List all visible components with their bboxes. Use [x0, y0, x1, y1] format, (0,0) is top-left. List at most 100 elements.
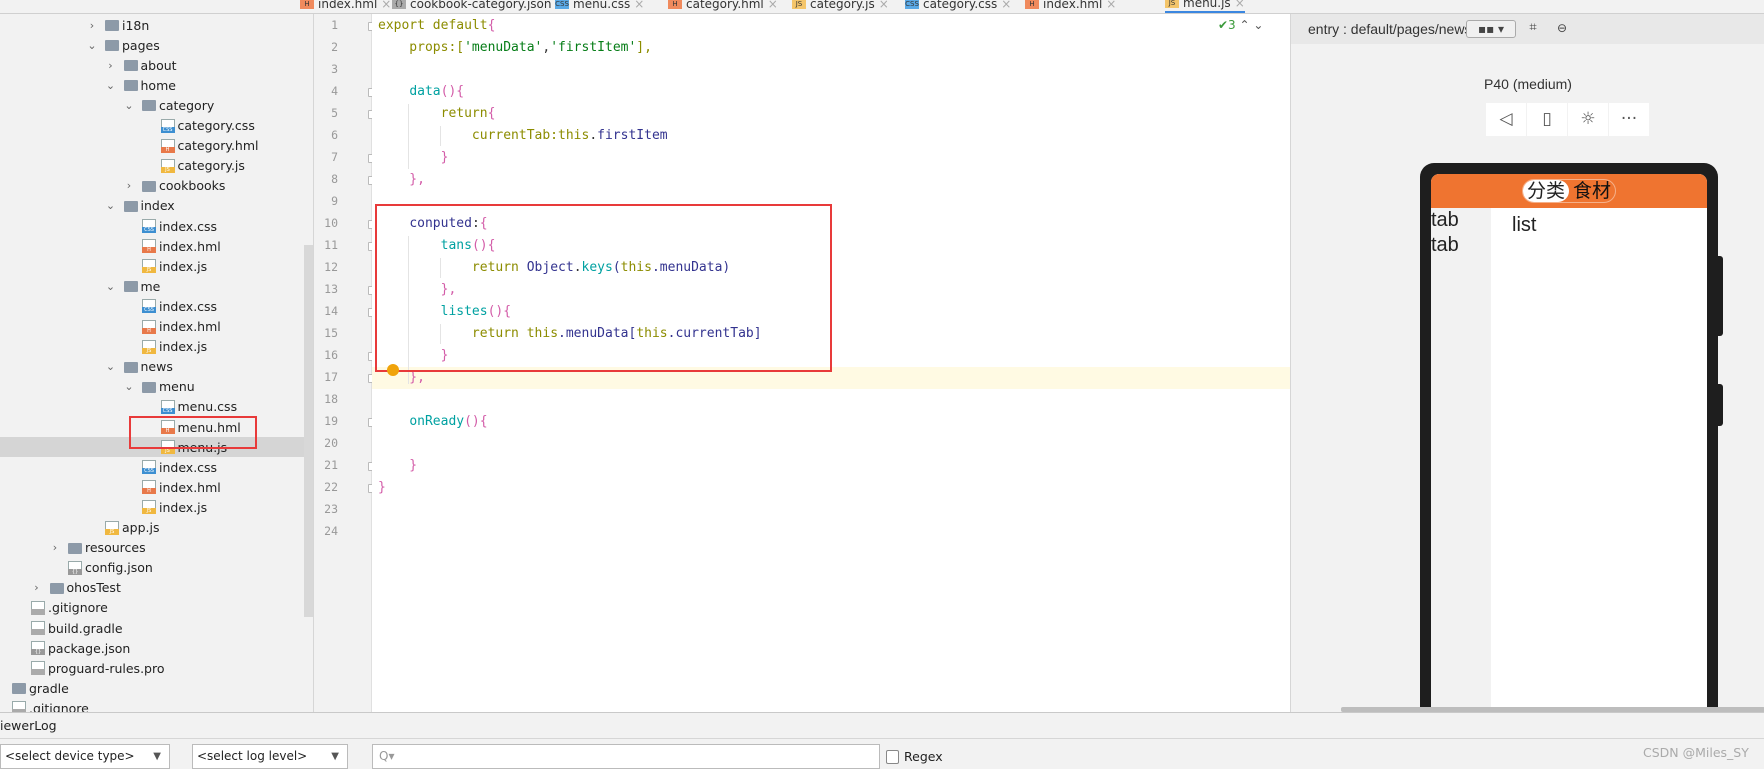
- log-level-select[interactable]: <select log level> ▼: [192, 744, 348, 769]
- close-tab-icon[interactable]: ×: [1235, 0, 1245, 10]
- tab-menu-css[interactable]: CSS menu.css ×: [555, 0, 644, 13]
- tab-label: category.hml: [686, 0, 764, 11]
- tab-category-css[interactable]: CSS category.css ×: [905, 0, 1011, 13]
- tab-cookbook-category-json[interactable]: {}cookbook-category.json×: [392, 0, 566, 13]
- tree-item[interactable]: ⌄ index: [0, 196, 313, 216]
- more-icon[interactable]: ···: [1609, 103, 1649, 136]
- watermark: CSDN @Miles_SY: [1643, 745, 1749, 760]
- tree-item[interactable]: ⌄ me: [0, 276, 313, 296]
- segment-category[interactable]: 分类: [1522, 180, 1569, 202]
- tree-item[interactable]: CSS index.css: [0, 457, 313, 477]
- chevron-right-icon[interactable]: ›: [48, 541, 62, 554]
- tree-item[interactable]: build.gradle: [0, 618, 313, 638]
- chevron-right-icon[interactable]: ›: [30, 581, 44, 594]
- device-type-select[interactable]: <select device type> ▼: [0, 744, 170, 769]
- chevron-down-icon[interactable]: ⌄: [104, 79, 118, 92]
- tree-item[interactable]: › resources: [0, 538, 313, 558]
- sidebar-scrollbar[interactable]: [304, 245, 313, 617]
- tree-item[interactable]: › about: [0, 55, 313, 75]
- layout-dropdown[interactable]: ▪▪ ▾: [1466, 20, 1516, 38]
- tree-item[interactable]: CSS menu.css: [0, 397, 313, 417]
- tree-item[interactable]: › i18n: [0, 15, 313, 35]
- fit-icon[interactable]: ⌗: [1524, 20, 1542, 38]
- lightbulb-icon[interactable]: [387, 364, 399, 376]
- rotate-icon[interactable]: ▯: [1527, 103, 1567, 136]
- chevron-up-icon[interactable]: ⌃: [1240, 18, 1250, 32]
- inspection-indicator[interactable]: ✔3 ⌃ ⌄: [1218, 18, 1263, 32]
- tree-item[interactable]: CSS category.css: [0, 116, 313, 136]
- tab-item[interactable]: tab: [1431, 208, 1491, 233]
- tree-item[interactable]: ⌄ category: [0, 95, 313, 115]
- highlight-box-menu-js: [129, 416, 257, 449]
- tree-item[interactable]: CSS index.css: [0, 216, 313, 236]
- chevron-down-icon[interactable]: ⌄: [104, 199, 118, 212]
- tab-index-hml[interactable]: Hindex.hml ×: [1025, 0, 1116, 13]
- tree-item-label: index.css: [159, 459, 218, 475]
- js-file-icon: JS: [105, 520, 119, 535]
- chevron-right-icon[interactable]: ›: [85, 19, 99, 32]
- tree-item[interactable]: Hcategory.hml: [0, 136, 313, 156]
- tab-item[interactable]: tab: [1431, 233, 1491, 258]
- chevron-down-icon[interactable]: ⌄: [122, 99, 136, 112]
- tree-item[interactable]: .gitignore: [0, 698, 313, 712]
- tree-item[interactable]: ⌄ news: [0, 357, 313, 377]
- tree-item[interactable]: proguard-rules.pro: [0, 658, 313, 678]
- tree-item[interactable]: gradle: [0, 678, 313, 698]
- tree-item[interactable]: JS app.js: [0, 518, 313, 538]
- tree-item[interactable]: Hindex.hml: [0, 477, 313, 497]
- tree-item[interactable]: ⌄ menu: [0, 377, 313, 397]
- tab-category-hml[interactable]: Hcategory.hml ×: [668, 0, 778, 13]
- tree-item[interactable]: › ohosTest: [0, 578, 313, 598]
- line-number: 23: [324, 502, 338, 516]
- back-icon[interactable]: ◁: [1486, 103, 1526, 136]
- regex-checkbox[interactable]: [886, 750, 899, 764]
- tree-item[interactable]: ⌄ home: [0, 75, 313, 95]
- tree-item[interactable]: ⌄ pages: [0, 35, 313, 55]
- chevron-right-icon[interactable]: ›: [122, 179, 136, 192]
- close-tab-icon[interactable]: ×: [768, 0, 778, 11]
- chevron-down-icon[interactable]: ⌄: [104, 360, 118, 373]
- file-type-icon: JS: [1165, 0, 1179, 8]
- tree-item[interactable]: JS index.js: [0, 337, 313, 357]
- zoom-out-icon[interactable]: ⊖: [1553, 20, 1571, 38]
- tab-menu-js[interactable]: JS menu.js ×: [1165, 0, 1245, 13]
- folder-icon: [123, 361, 138, 373]
- tree-item-label: package.json: [48, 640, 131, 656]
- tree-item[interactable]: JS index.js: [0, 497, 313, 517]
- chevron-down-icon[interactable]: ⌄: [122, 380, 136, 393]
- close-tab-icon[interactable]: ×: [1001, 0, 1011, 11]
- chevron-right-icon[interactable]: ›: [104, 59, 118, 72]
- line-number: 24: [324, 524, 338, 538]
- tree-item[interactable]: {} config.json: [0, 558, 313, 578]
- tree-item-label: menu.css: [177, 399, 238, 415]
- tree-item[interactable]: .gitignore: [0, 598, 313, 618]
- close-tab-icon[interactable]: ×: [634, 0, 644, 11]
- tree-item[interactable]: CSS index.css: [0, 296, 313, 316]
- tab-label: category.css: [923, 0, 998, 11]
- close-tab-icon[interactable]: ×: [1106, 0, 1116, 11]
- segment-ingredients[interactable]: 食材: [1569, 180, 1615, 202]
- css-file-icon: CSS: [142, 460, 156, 475]
- brightness-icon[interactable]: ☼: [1568, 103, 1608, 136]
- tree-item[interactable]: {} package.json: [0, 638, 313, 658]
- folder-icon: [105, 20, 119, 31]
- tab-category-js[interactable]: JS category.js ×: [792, 0, 889, 13]
- device-name: P40 (medium): [1484, 76, 1572, 92]
- tree-item[interactable]: Hindex.hml: [0, 236, 313, 256]
- tree-item-label: index.css: [159, 218, 218, 234]
- tree-item-label: category.css: [177, 118, 255, 133]
- chevron-down-icon[interactable]: ⌄: [104, 280, 118, 293]
- log-search-input[interactable]: Q▾: [372, 744, 880, 769]
- close-tab-icon[interactable]: ×: [879, 0, 889, 11]
- tree-item[interactable]: Hindex.hml: [0, 317, 313, 337]
- tree-item[interactable]: JS category.js: [0, 156, 313, 176]
- folder-icon: [123, 200, 138, 212]
- file-type-icon: H: [300, 0, 314, 9]
- tree-item[interactable]: › cookbooks: [0, 176, 313, 196]
- chevron-down-icon[interactable]: ⌄: [85, 39, 99, 52]
- tab-index-hml[interactable]: Hindex.hml ×: [300, 0, 391, 13]
- code-line: currentTab:this.firstItem: [372, 125, 1290, 147]
- close-tab-icon[interactable]: ×: [381, 0, 391, 11]
- chevron-down-icon[interactable]: ⌄: [1253, 18, 1263, 32]
- tree-item[interactable]: JS index.js: [0, 256, 313, 276]
